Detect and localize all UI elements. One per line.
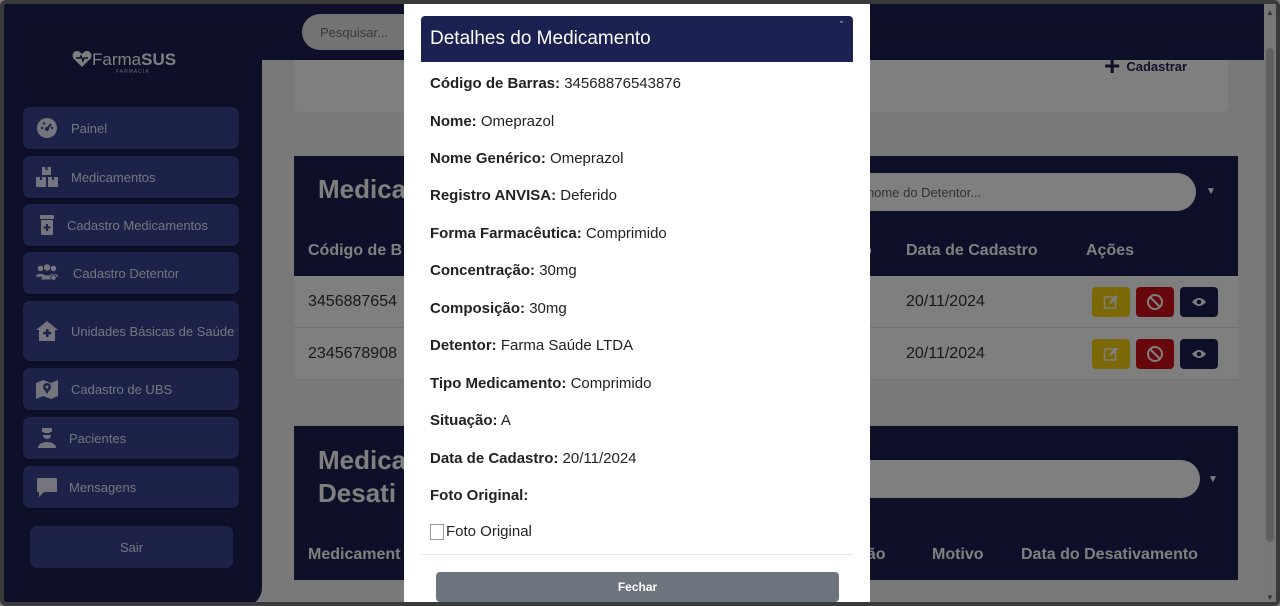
field-registro-anvisa: Registro ANVISA: Deferido	[430, 187, 617, 204]
photo-alt-text: Foto Original	[446, 523, 532, 540]
field-forma-farmaceutica: Forma Farmacêutica: Comprimido	[430, 225, 667, 242]
broken-image-icon	[430, 523, 444, 540]
field-tipo-medicamento: Tipo Medicamento: Comprimido	[430, 375, 652, 392]
modal-title: Detalhes do Medicamento	[430, 28, 651, 49]
close-button[interactable]: Fechar	[436, 572, 839, 602]
field-data-cadastro: Data de Cadastro: 20/11/2024	[430, 450, 637, 467]
original-photo: Foto Original	[430, 523, 532, 540]
medication-details-modal: Detalhes do Medicamento ˇ Código de Barr…	[404, 4, 870, 602]
field-concentracao: Concentração: 30mg	[430, 262, 577, 279]
field-composicao: Composição: 30mg	[430, 300, 567, 317]
field-nome-generico: Nome Genérico: Omeprazol	[430, 150, 624, 167]
field-situacao: Situação: A	[430, 412, 511, 429]
field-foto-original: Foto Original:	[430, 487, 529, 504]
modal-divider	[421, 554, 853, 555]
browser-window: FarmaSUS FARMÁCIA Painel Medicamentos Ca…	[0, 0, 1280, 606]
field-nome: Nome: Omeprazol	[430, 113, 555, 130]
field-codigo-barras: Código de Barras: 34568876543876	[430, 75, 681, 92]
modal-header: Detalhes do Medicamento ˇ	[421, 16, 853, 62]
close-icon[interactable]: ˇ	[840, 20, 843, 30]
field-detentor: Detentor: Farma Saúde LTDA	[430, 337, 634, 354]
